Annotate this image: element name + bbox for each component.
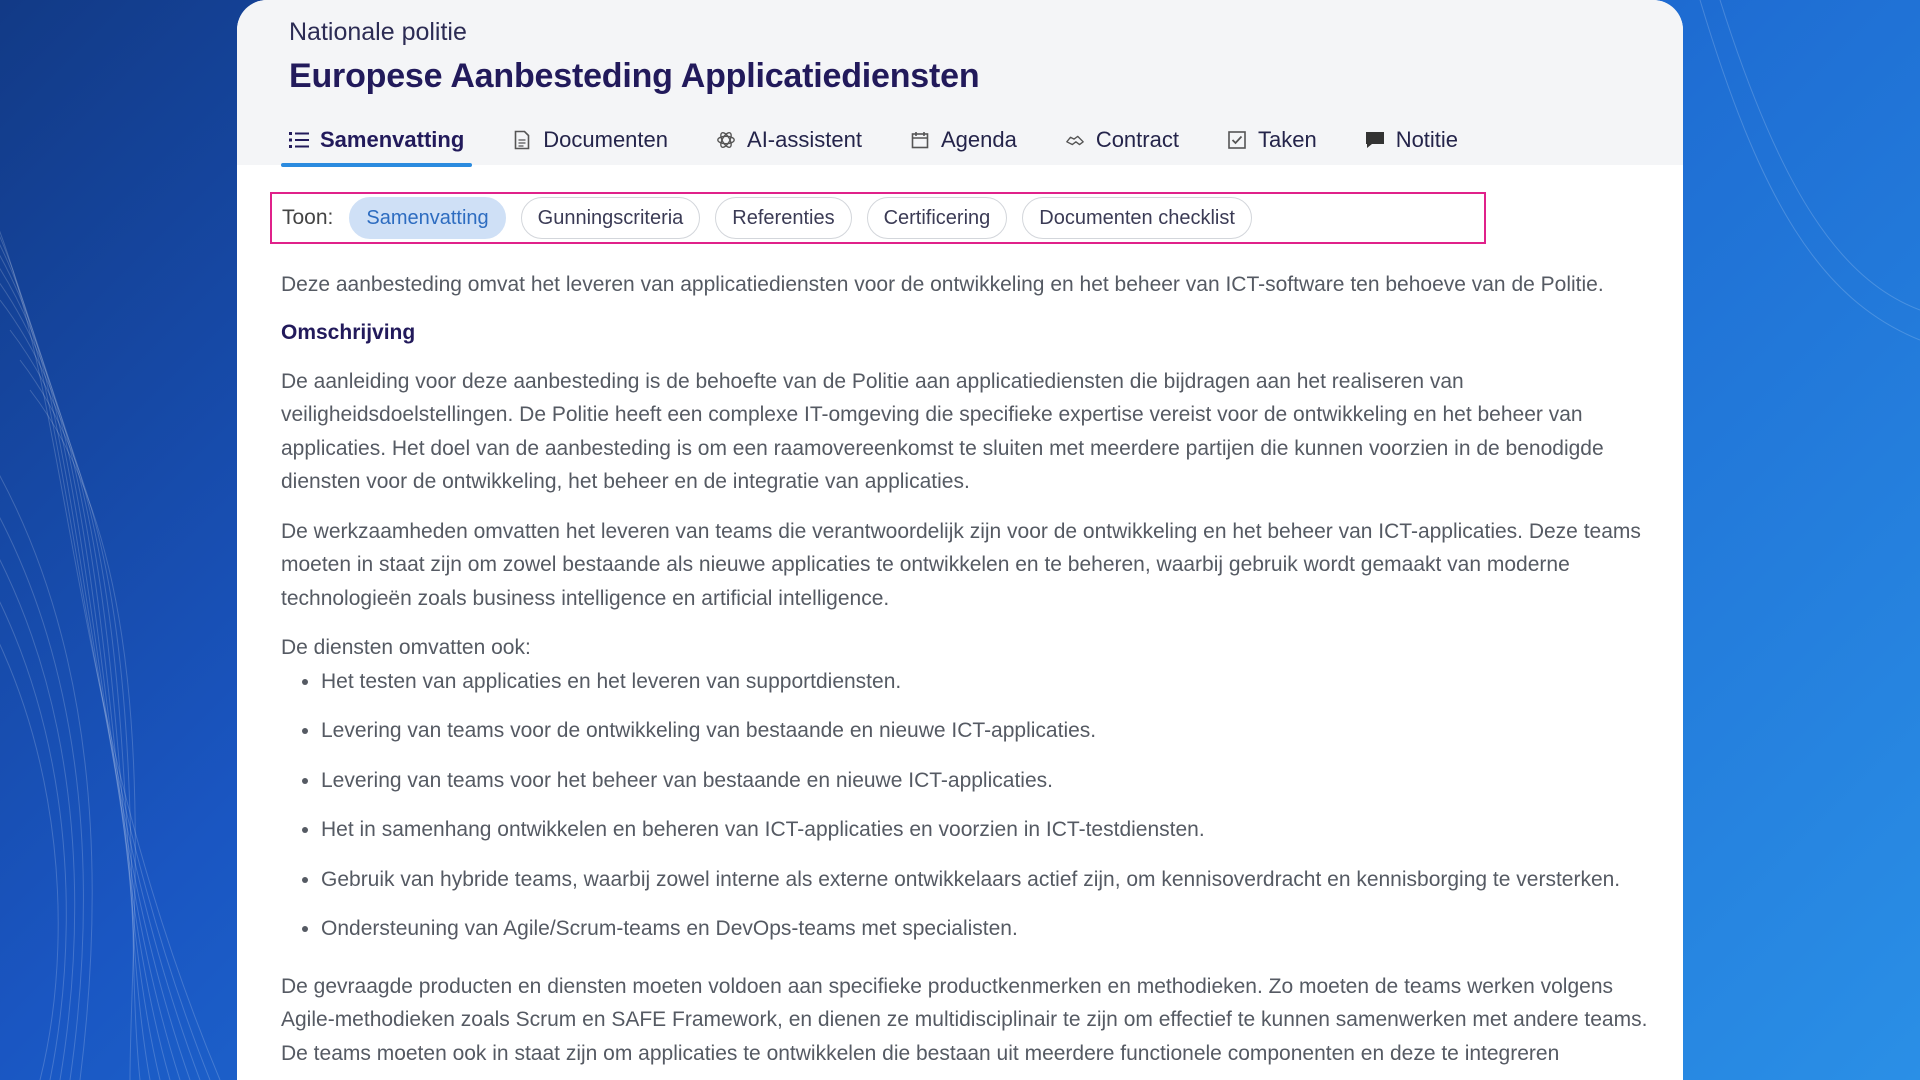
document-icon: [512, 130, 532, 150]
services-list: Het testen van applicaties en het levere…: [281, 665, 1651, 946]
tab-ai-assistent[interactable]: AI-assistent: [708, 116, 870, 164]
summary-content: Deze aanbesteding omvat het leveren van …: [281, 268, 1651, 1080]
paragraph: De werkzaamheden omvatten het leveren va…: [281, 519, 1641, 610]
list-intro: De diensten omvatten ook:: [281, 636, 531, 659]
tab-label: Taken: [1257, 127, 1317, 152]
organization-name: Nationale politie: [289, 18, 467, 46]
list-item: Levering van teams voor het beheer van b…: [321, 764, 1651, 798]
filter-label: Toon:: [282, 206, 334, 229]
chip-referenties[interactable]: Referenties: [715, 197, 852, 239]
tab-notitie[interactable]: Notitie: [1357, 116, 1466, 164]
tab-samenvatting[interactable]: Samenvatting: [281, 116, 473, 167]
tab-agenda[interactable]: Agenda: [902, 116, 1025, 164]
tab-label: Samenvatting: [320, 127, 465, 152]
list-item: Het testen van applicaties en het levere…: [321, 665, 1651, 699]
tab-documenten[interactable]: Documenten: [504, 116, 676, 164]
tab-label: AI-assistent: [747, 127, 862, 152]
calendar-icon: [910, 130, 930, 150]
paragraph: De aanleiding voor deze aanbesteding is …: [281, 369, 1604, 494]
tab-taken[interactable]: Taken: [1219, 116, 1325, 164]
paragraph: De gevraagde producten en diensten moete…: [281, 974, 1648, 1065]
tab-bar: Samenvatting Documenten AI-assistent Age…: [281, 116, 1498, 167]
list-item: Het in samenhang ontwikkelen en beheren …: [321, 813, 1651, 847]
list-item: Ondersteuning van Agile/Scrum-teams en D…: [321, 912, 1651, 946]
chip-gunningscriteria[interactable]: Gunningscriteria: [520, 197, 701, 239]
list-item: Levering van teams voor de ontwikkeling …: [321, 714, 1651, 748]
handshake-icon: [1065, 130, 1085, 150]
chip-certificering[interactable]: Certificering: [866, 197, 1008, 239]
tab-label: Documenten: [543, 127, 669, 152]
page-header: Nationale politie Europese Aanbesteding …: [237, 0, 1683, 167]
chip-samenvatting[interactable]: Samenvatting: [349, 197, 506, 239]
view-filter-bar: Toon: Samenvatting Gunningscriteria Refe…: [270, 192, 1486, 244]
chip-documenten-checklist[interactable]: Documenten checklist: [1022, 197, 1252, 239]
ai-icon: [716, 130, 736, 150]
tab-contract[interactable]: Contract: [1057, 116, 1187, 164]
comment-icon: [1365, 130, 1385, 150]
intro-text: Deze aanbesteding omvat het leveren van …: [281, 273, 1604, 296]
main-card: Nationale politie Europese Aanbesteding …: [237, 0, 1683, 1080]
section-heading: Omschrijving: [281, 320, 416, 344]
tab-label: Notitie: [1395, 127, 1459, 152]
tab-label: Agenda: [940, 127, 1017, 152]
tab-label: Contract: [1095, 127, 1179, 152]
checkbox-icon: [1227, 130, 1247, 150]
list-icon: [289, 130, 309, 150]
page-title: Europese Aanbesteding Applicatiediensten: [289, 57, 980, 95]
list-item: Gebruik van hybride teams, waarbij zowel…: [321, 863, 1651, 897]
